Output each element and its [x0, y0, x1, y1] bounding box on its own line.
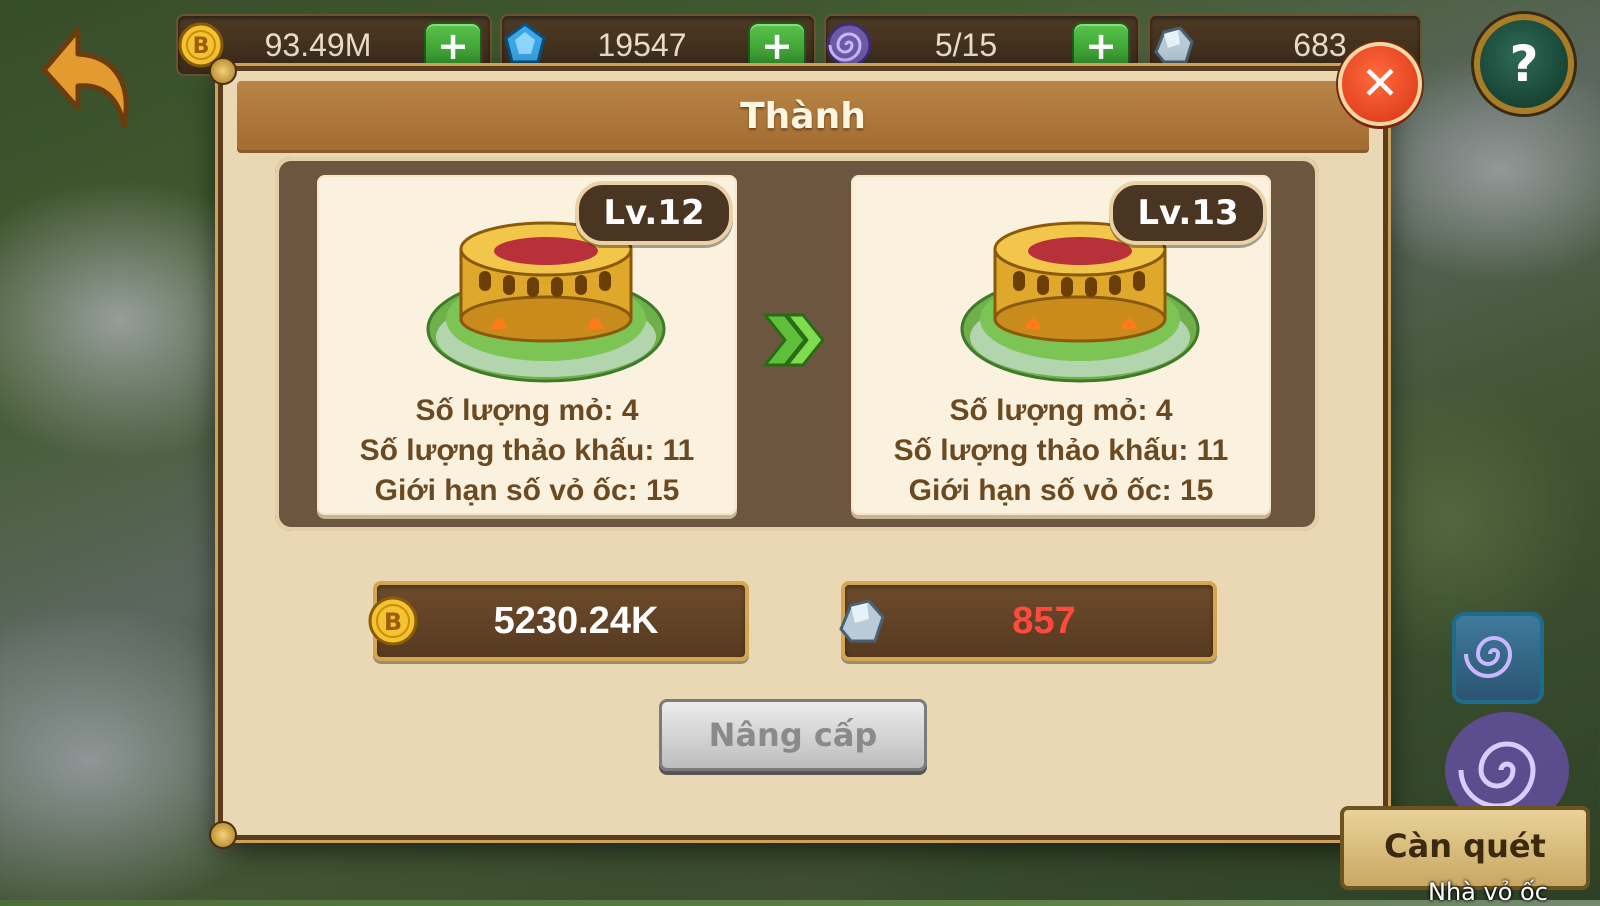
map-location-label: Nhà vỏ ốc [1428, 878, 1548, 906]
svg-text:B: B [384, 608, 402, 636]
svg-text:B: B [193, 34, 210, 59]
add-energy-button[interactable]: + [1072, 22, 1130, 72]
next-level-badge: Lv.13 [1109, 181, 1267, 245]
level-comparison-panel: Lv.12 Số lượng mỏ: 4 Số lượng thảo khấu:… [275, 157, 1319, 531]
upgrade-button[interactable]: Nâng cấp [659, 699, 927, 771]
mine-count: Số lượng mỏ: 4 [949, 394, 1173, 427]
mine-count: Số lượng mỏ: 4 [415, 394, 639, 427]
bandit-count: Số lượng thảo khấu: 11 [893, 434, 1229, 467]
stone-cost: 857 [839, 581, 1217, 661]
dialog-title: Thành [740, 96, 866, 137]
spiral-icon [1464, 636, 1513, 678]
purple-spiral-icon [826, 22, 872, 68]
blue-gem-icon [504, 22, 546, 64]
upgrade-dialog: Thành Lv.12 Số lượng mỏ: 4 Số lượng thảo… [209, 57, 1397, 849]
help-button[interactable]: ? [1474, 14, 1574, 114]
add-gold-button[interactable]: + [424, 22, 482, 72]
double-chevron-right-icon [763, 313, 825, 367]
current-level-stats: Số lượng mỏ: 4 Số lượng thảo khấu: 11 Gi… [317, 391, 737, 511]
frame-corner [209, 57, 237, 85]
stone-cost-value: 857 [1012, 600, 1076, 642]
add-gems-button[interactable]: + [748, 22, 806, 72]
current-level-badge: Lv.12 [575, 181, 733, 245]
stone-ore-icon [1154, 26, 1194, 64]
frame-corner [209, 821, 237, 849]
gold-cost: B 5230.24K [368, 581, 749, 661]
gold-cost-value: 5230.24K [493, 600, 659, 642]
back-arrow-icon[interactable] [38, 22, 134, 132]
shell-limit: Giới hạn số vỏ ốc: 15 [374, 474, 680, 507]
bandit-count: Số lượng thảo khấu: 11 [359, 434, 695, 467]
next-level-card: Lv.13 Số lượng mỏ: 4 Số lượng thảo khấu:… [851, 175, 1271, 515]
close-button[interactable]: ✕ [1338, 42, 1422, 126]
dialog-header: Thành [237, 81, 1369, 153]
current-level-card: Lv.12 Số lượng mỏ: 4 Số lượng thảo khấu:… [317, 175, 737, 515]
next-level-stats: Số lượng mỏ: 4 Số lượng thảo khấu: 11 Gi… [851, 391, 1271, 511]
purple-spiral-icon[interactable] [1452, 612, 1544, 704]
shell-limit: Giới hạn số vỏ ốc: 15 [908, 474, 1214, 507]
